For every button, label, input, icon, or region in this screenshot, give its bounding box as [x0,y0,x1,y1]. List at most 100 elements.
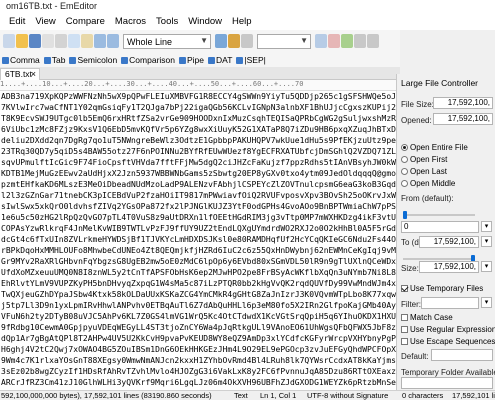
csv-tab-label: Tab [51,54,66,65]
macro-record-icon[interactable] [328,34,340,48]
csv-pipe-button[interactable]: Pipe [179,55,204,65]
editor-line[interactable]: EhRlvtYLmV9VUPZKyPH5bnDHvyqZxpqG1W4sMa5c… [0,278,400,289]
compare-icon[interactable] [315,34,327,48]
menu-window[interactable]: Window [183,16,227,27]
opened-field: 17,592,100, [433,113,493,125]
editor-line[interactable]: rBPkDqoHxMMHLOUFo8MhwbeCdUNEo4Zt8QEQmjkf… [0,245,400,256]
csv-sep-button[interactable]: |SEP| [236,55,266,65]
use-regex-checkbox[interactable]: Use Regular Expressions [401,325,495,334]
editor-line[interactable]: ARCrJfRZ3Cm41zJ10GlhWLHi3yQVKrf9Mqri6Lgq… [0,377,400,388]
settings-icon[interactable] [354,34,366,48]
use-escape-checkbox[interactable]: Use Escape Sequences [401,337,495,346]
csv-dat-button[interactable]: DAT [208,55,232,65]
use-regex-label: Use Regular Expressions [410,325,495,334]
bookmark-icon[interactable] [228,34,240,48]
csv-comparison-button[interactable]: Comparison [121,55,175,65]
editor-line[interactable]: 23TRq30QD7y5qiD5s4BAW55otz27F6nPOINNu2BY… [0,146,400,157]
save-icon[interactable] [29,34,41,48]
macro-play-icon[interactable] [341,34,353,48]
file-size-field: 17,592,100, [433,97,493,109]
copy-icon[interactable] [68,34,80,48]
status-line-count: 17,592,101 li [452,391,495,400]
new-file-icon[interactable] [3,34,15,48]
editor-line[interactable]: 3sEz02b8wgZCyzIf1HDsRfAhRvTZvhlMvlo4HJOZ… [0,366,400,377]
csv-semicolon-button[interactable]: Semicolon [69,55,117,65]
menu-compare[interactable]: Compare [61,16,110,27]
checkbox-empty-icon [401,314,408,321]
editor-line[interactable]: H6ghj4V2tC2Qwj7xOWAO4BG5ZOuIBSm1DnG6OEkH… [0,344,400,355]
editor-line[interactable]: TwQXjeuGZhDYpaJSbw4Ktxk58kOLDaUUxKSKaZCG… [0,289,400,300]
editor-line[interactable]: 7KVlwIrc7waCfNT1Y02qmGsiqFy1T2QJga7bPj22… [0,102,400,113]
editor-line[interactable]: KDTB1MejMuGzEEwv2aUdHjxX2Jzn5937WBBWNbGa… [0,168,400,179]
editor-line[interactable]: j5tp7Ll3D9n1yxLpmIRvHhwlANPvhv0ETBqAuTl6… [0,300,400,311]
document-tabs: 6TB.txt × [0,67,400,80]
size-spin-icon[interactable]: ▾ [481,261,492,272]
editor-line[interactable]: sIwlSwx5xkQrO0ldvhsfZIVq2YGsOPa872fx2lPJ… [0,201,400,212]
match-case-checkbox[interactable]: Match Case [401,313,453,322]
text-editor[interactable]: ADB3na719XpKQPzWWFNzNh5wX9pQPwFLEIuXMBVF… [0,91,400,390]
open-folder-icon[interactable] [16,34,28,48]
editor-line[interactable]: UfdXoMZxeuuUMQ0N8I8znWL5y2tCnTfAPSFObHsK… [0,267,400,278]
editor-line[interactable]: 9Wm4c7K1rlxaYOsGnT88XEgsy0WmwNmANJcn2kxx… [0,355,400,366]
csv-toolbar: Comma Tab Semicolon Comparison Pipe DAT … [0,52,400,67]
default-field[interactable] [431,349,493,361]
document-tab[interactable]: 6TB.txt × [0,68,40,80]
open-last-radio[interactable]: Open Last [401,167,447,176]
editor-line[interactable]: l2l3zGZnGar71tnebCK3pICEBdVuP2fzaHOiIT98… [0,190,400,201]
cut-icon[interactable] [55,34,67,48]
redo-icon[interactable] [107,34,119,48]
editor-line[interactable]: Gr9MYv2RaXRlGHbvnFqYbgzsG8UgEB2mw5oE0zMd… [0,256,400,267]
editor-line[interactable]: COPAsYzwRlkrqF4JnMelKvWIB9TWTLvPzFJ9ffUY… [0,223,400,234]
close-icon[interactable]: × [31,69,36,79]
chevron-down-icon: ▼ [200,35,208,45]
from-slider-thumb[interactable] [403,211,407,219]
editor-line[interactable]: VFuN6h2ty2DTyB08uVJC5AhPv6KL7Z0GS4lmVG1W… [0,311,400,322]
filter-dropdown-icon[interactable]: ▾ [481,297,492,308]
temp-folder-field [401,377,493,389]
zoom-icon[interactable] [241,34,253,48]
filter-input[interactable] [421,297,479,309]
help-icon[interactable] [367,34,379,48]
editor-line[interactable]: ADB3na719XpKQPzWWFNzNh5wX9pQPwFLEIuXMBVF… [0,91,400,102]
column-ruler: 1....+....10...+....20...+....30...+....… [0,80,400,91]
status-position: Ln 1, Col 1 [260,391,297,400]
menu-bar: Edit View Compare Macros Tools Window He… [0,13,495,30]
menu-view[interactable]: View [30,16,60,27]
wrap-mode-select[interactable]: Whole Line ▼ [123,33,211,49]
search-icon[interactable] [215,34,227,48]
from-slider-track [403,214,475,216]
editor-line[interactable]: sqvUPmulftIcGic9F74FioCpsftVHVda7fftFFjM… [0,157,400,168]
title-bar: om16TB.txt - EmEditor [0,0,495,13]
checkbox-empty-icon [401,338,408,345]
editor-line[interactable]: dcGt4c6fTxUIn8ZVLrkmeHYWDSjBf1TJVKYcLmHD… [0,234,400,245]
editor-line[interactable]: 6ViUbc1zMc8FZjz9KxsV1Q6EbD5mvKQfVr5p6YZg… [0,124,400,135]
editor-line[interactable]: dQp1Ar7gBgAtQPl8T2AHPw4UV5U2KkCvH9pvaPvK… [0,333,400,344]
menu-help[interactable]: Help [227,16,257,27]
editor-line[interactable]: pzmtEHfkaKD6MLszE3MeOiDbeadNUdMzoLadP9AL… [0,179,400,190]
size-field[interactable]: 17,592,100, [419,261,479,273]
radio-checked-icon [401,144,408,151]
open-middle-radio[interactable]: Open Middle [401,179,455,188]
csv-tab-button[interactable]: Tab [43,54,66,65]
to-spin-icon[interactable]: ▾ [481,236,492,247]
undo-icon[interactable] [94,34,106,48]
editor-line[interactable]: 1e6u5c50zHG2lRpQzQvGO7pTL4T0VuS8z9aUtDRX… [0,212,400,223]
from-field[interactable]: 0 [401,221,479,233]
menu-macros[interactable]: Macros [110,16,151,27]
editor-line[interactable]: deliu2DXdd2qn7DgRg7qo1uT5NWngreBeWlz3Odt… [0,135,400,146]
editor-line[interactable]: T8K9EcvSWJ9UTgc0lb5EmQ6rxHRtfZSa2vrGe909… [0,113,400,124]
editor-line[interactable]: 9fRdbg10CewmA0GpjpyuVDEqWEGyLL4ST3tjoZnC… [0,322,400,333]
encoding-select[interactable]: ▼ [257,33,311,49]
from-spin-icon[interactable]: ▾ [481,221,492,232]
menu-tools[interactable]: Tools [151,16,183,27]
size-label: Size: [401,264,419,273]
paste-icon[interactable] [81,34,93,48]
csv-comma-button[interactable]: Comma [2,55,40,65]
use-escape-label: Use Escape Sequences [410,337,495,346]
use-temporary-files-checkbox[interactable]: Use Temporary Files [401,284,483,293]
print-icon[interactable] [42,34,54,48]
to-field[interactable]: 17,592,100, [419,236,479,248]
open-entire-file-radio[interactable]: Open Entire File [401,143,468,152]
open-first-radio[interactable]: Open First [401,155,447,164]
menu-edit[interactable]: Edit [4,16,30,27]
